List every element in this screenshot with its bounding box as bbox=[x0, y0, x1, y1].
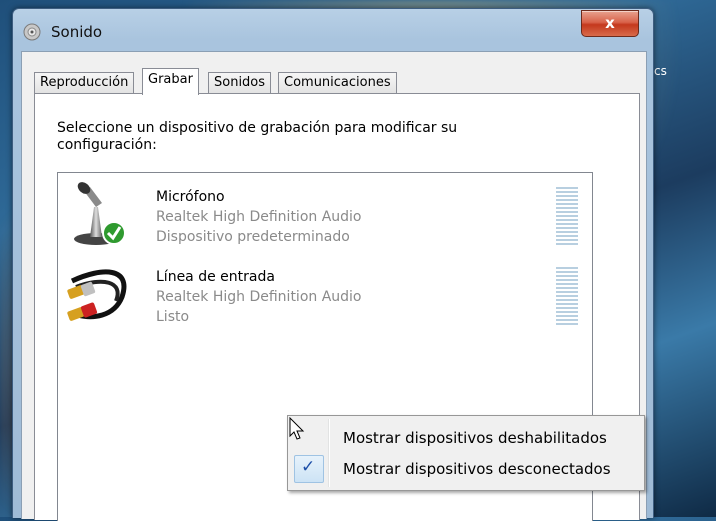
menu-item-show-disabled[interactable]: Mostrar dispositivos deshabilitados bbox=[292, 424, 640, 452]
speaker-icon bbox=[23, 23, 41, 41]
close-button[interactable]: x bbox=[581, 10, 639, 37]
context-menu: Mostrar dispositivos deshabilitados ✓ Mo… bbox=[287, 415, 645, 491]
tab-comunicaciones[interactable]: Comunicaciones bbox=[278, 72, 397, 93]
window-title: Sonido bbox=[51, 23, 103, 41]
device-status: Listo bbox=[156, 309, 190, 325]
menu-item-label: Mostrar dispositivos desconectados bbox=[343, 460, 611, 478]
desktop-fragment-text: cs bbox=[654, 64, 667, 78]
device-name: Línea de entrada bbox=[156, 269, 275, 285]
menu-item-label: Mostrar dispositivos deshabilitados bbox=[343, 429, 607, 447]
tab-grabar[interactable]: Grabar bbox=[142, 68, 199, 95]
device-item-microfono[interactable]: Micrófono Realtek High Definition Audio … bbox=[62, 177, 582, 251]
rca-cable-icon bbox=[67, 269, 127, 321]
level-meter bbox=[556, 187, 578, 247]
device-item-linea-entrada[interactable]: Línea de entrada Realtek High Definition… bbox=[62, 257, 582, 331]
tab-sonidos[interactable]: Sonidos bbox=[208, 72, 272, 93]
device-status: Dispositivo predeterminado bbox=[156, 229, 350, 245]
level-meter bbox=[556, 267, 578, 327]
checked-indicator: ✓ bbox=[294, 455, 324, 483]
tab-reproduccion[interactable]: Reproducción bbox=[34, 72, 135, 93]
menu-item-show-disconnected[interactable]: ✓ Mostrar dispositivos desconectados bbox=[292, 455, 640, 483]
checkmark-icon: ✓ bbox=[301, 457, 316, 477]
microphone-icon bbox=[74, 182, 126, 245]
device-name: Micrófono bbox=[156, 189, 225, 205]
mouse-cursor-icon bbox=[289, 417, 305, 440]
title-bar[interactable]: Sonido x bbox=[13, 9, 653, 51]
device-driver: Realtek High Definition Audio bbox=[156, 209, 362, 225]
device-driver: Realtek High Definition Audio bbox=[156, 289, 362, 305]
instruction-text: Seleccione un dispositivo de grabación p… bbox=[57, 120, 458, 153]
